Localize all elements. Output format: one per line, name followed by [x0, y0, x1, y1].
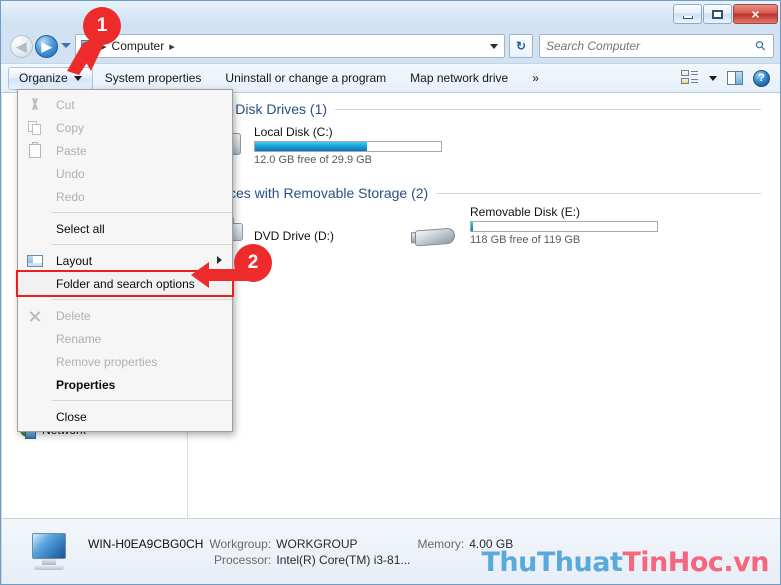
menu-item-redo: Redo: [18, 185, 232, 208]
status-bar: WIN-H0EA9CBG0CH Workgroup: WORKGROUP Mem…: [2, 518, 780, 584]
menu-item-label: Folder and search options: [56, 276, 195, 291]
drive-usage-bar: [254, 141, 442, 152]
status-details: WIN-H0EA9CBG0CH Workgroup: WORKGROUP Mem…: [88, 537, 513, 567]
menu-separator: [52, 400, 232, 401]
group-divider: [335, 108, 761, 110]
processor-label: Processor:: [214, 552, 272, 567]
maximize-icon: [712, 9, 723, 19]
toolbar-item-map-network-drive[interactable]: Map network drive: [398, 67, 520, 89]
annotation-badge-2: 2: [234, 244, 272, 282]
layout-icon: [27, 253, 43, 269]
menu-item-properties[interactable]: Properties: [18, 373, 232, 396]
toolbar-item-uninstall[interactable]: Uninstall or change a program: [213, 67, 398, 89]
menu-item-label: Select all: [56, 221, 105, 236]
menu-item-label: Delete: [56, 308, 91, 323]
close-button[interactable]: ×: [733, 4, 778, 24]
search-box[interactable]: ⚲: [539, 34, 774, 58]
clipboard-icon: [27, 142, 43, 159]
drive-info: Removable Disk (E:) 118 GB free of 119 G…: [470, 205, 658, 246]
preview-pane-icon[interactable]: [727, 71, 743, 85]
memory-label: Memory:: [417, 536, 465, 551]
drive-usage-bar: [470, 221, 658, 232]
minimize-icon: [682, 15, 693, 19]
back-button[interactable]: ◀: [10, 35, 33, 58]
workgroup-value: WORKGROUP: [276, 536, 358, 551]
toolbar-overflow-chevrons[interactable]: »: [520, 67, 551, 89]
menu-item-remove-properties: Remove properties: [18, 350, 232, 373]
refresh-button[interactable]: ↻: [509, 34, 533, 58]
group-header-hard-disk-drives: Hard Disk Drives (1): [201, 101, 761, 117]
delete-x-icon: [27, 308, 43, 324]
status-line-1: WIN-H0EA9CBG0CH Workgroup: WORKGROUP Mem…: [88, 537, 513, 551]
change-view-icon[interactable]: [681, 70, 699, 86]
menu-item-label: Cut: [56, 97, 75, 112]
menu-item-close[interactable]: Close: [18, 405, 232, 428]
drive-name: Local Disk (C:): [254, 125, 333, 139]
menu-item-paste: Paste: [18, 139, 232, 162]
group-divider: [436, 192, 761, 194]
window-controls: ×: [673, 4, 778, 24]
explorer-window: × ◀ ▶ ▸ Computer ▸ ↻ ⚲: [0, 0, 781, 585]
minimize-button[interactable]: [673, 4, 702, 24]
drive-tile-removable-disk-e[interactable]: Removable Disk (E:) 118 GB free of 119 G…: [411, 205, 658, 251]
menu-item-label: Properties: [56, 377, 116, 392]
forward-button[interactable]: ▶: [35, 35, 58, 58]
drive-usage-fill: [471, 222, 473, 231]
menu-item-label: Redo: [56, 189, 85, 204]
computer-status-icon: [26, 531, 74, 573]
computer-name: WIN-H0EA9CBG0CH: [88, 536, 204, 551]
search-input[interactable]: [546, 39, 757, 53]
menu-item-cut: Cut: [18, 93, 232, 116]
drive-name: Removable Disk (E:): [470, 205, 581, 219]
processor-value: Intel(R) Core(TM) i3-81...: [276, 552, 411, 567]
menu-separator: [52, 299, 232, 300]
group-header-removable-storage: Devices with Removable Storage (2): [201, 185, 761, 201]
drive-free-space: 12.0 GB free of 29.9 GB: [254, 154, 373, 166]
menu-item-label: Layout: [56, 253, 93, 268]
menu-item-label: Undo: [56, 166, 85, 181]
drive-name: DVD Drive (D:): [254, 229, 334, 243]
view-dropdown-icon[interactable]: [709, 75, 717, 81]
drive-info: Local Disk (C:) 12.0 GB free of 29.9 GB: [254, 125, 442, 166]
address-dropdown-icon[interactable]: [490, 44, 498, 49]
scissors-icon: [27, 97, 43, 113]
menu-item-label: Remove properties: [56, 354, 158, 369]
menu-item-undo: Undo: [18, 162, 232, 185]
drive-usage-fill: [255, 142, 367, 151]
menu-item-label: Close: [56, 409, 87, 424]
watermark-part-2: TinHoc.vn: [622, 547, 769, 578]
drive-tile-local-disk-c[interactable]: Local Disk (C:) 12.0 GB free of 29.9 GB: [199, 125, 442, 166]
back-arrow-icon: ◀: [16, 39, 27, 54]
help-icon[interactable]: ?: [753, 69, 770, 87]
annotation-badge-1: 1: [83, 7, 121, 45]
close-icon: ×: [751, 6, 760, 22]
toolbar-right-group: ?: [681, 69, 780, 87]
refresh-icon: ↻: [515, 39, 527, 53]
usb-drive-icon: [411, 221, 461, 251]
menu-item-label: Paste: [56, 143, 87, 158]
menu-item-copy: Copy: [18, 116, 232, 139]
copy-icon: [27, 120, 43, 136]
watermark-part-1: ThuThuat: [481, 547, 623, 578]
menu-item-delete: Delete: [18, 304, 232, 327]
drive-free-space: 118 GB free of 119 GB: [470, 234, 581, 246]
status-line-2: Processor: Intel(R) Core(TM) i3-81...: [88, 553, 513, 567]
menu-separator: [52, 244, 232, 245]
menu-item-rename: Rename: [18, 327, 232, 350]
group-title: Devices with Removable Storage (2): [201, 185, 429, 201]
menu-item-label: Rename: [56, 331, 102, 346]
menu-item-label: Copy: [56, 120, 85, 135]
menu-item-select-all[interactable]: Select all: [18, 217, 232, 240]
drive-info: DVD Drive (D:): [254, 211, 334, 243]
forward-arrow-icon: ▶: [41, 39, 52, 54]
workgroup-label: Workgroup:: [209, 536, 272, 551]
breadcrumb-separator-2[interactable]: ▸: [169, 40, 175, 53]
watermark: ThuThuatTinHoc.vn: [481, 547, 770, 578]
content-pane: Hard Disk Drives (1) Local Disk (C:) 12.…: [189, 93, 780, 518]
maximize-button[interactable]: [703, 4, 732, 24]
address-bar[interactable]: ▸ Computer ▸: [75, 34, 505, 58]
menu-separator: [52, 212, 232, 213]
